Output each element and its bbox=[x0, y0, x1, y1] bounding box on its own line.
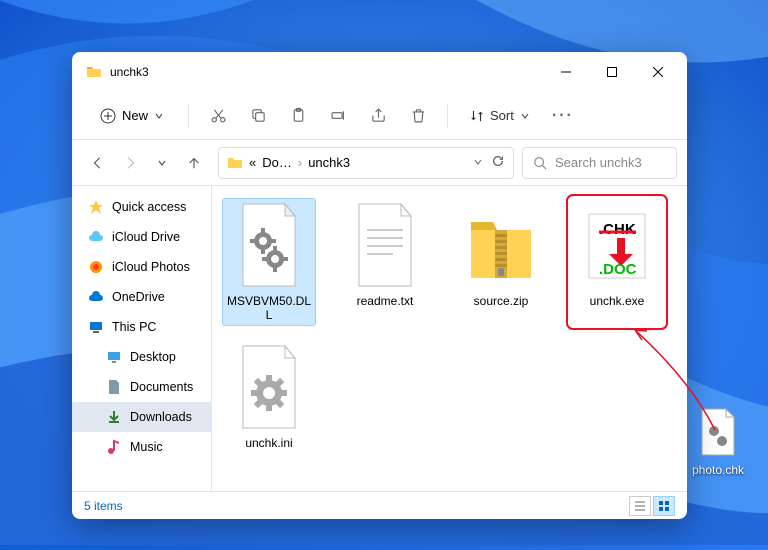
svg-text:.CHK: .CHK bbox=[599, 221, 636, 238]
forward-button[interactable] bbox=[120, 153, 140, 173]
share-button[interactable] bbox=[361, 99, 395, 133]
photos-icon bbox=[88, 259, 104, 275]
file-name: unchk.exe bbox=[590, 294, 645, 308]
icons-view-button[interactable] bbox=[653, 496, 675, 516]
cloud-icon bbox=[88, 289, 104, 305]
sidebar-item-label: Quick access bbox=[112, 200, 186, 214]
download-icon bbox=[106, 409, 122, 425]
desktop-file-name: photo.chk bbox=[692, 463, 744, 477]
details-view-button[interactable] bbox=[629, 496, 651, 516]
breadcrumb-root[interactable]: Do… bbox=[262, 155, 292, 170]
folder-icon bbox=[86, 64, 102, 80]
cloud-icon bbox=[88, 229, 104, 245]
sidebar-item-music[interactable]: Music bbox=[72, 432, 211, 462]
sidebar-item-label: iCloud Drive bbox=[112, 230, 180, 244]
sidebar-item-quick-access[interactable]: Quick access bbox=[72, 192, 211, 222]
recent-button[interactable] bbox=[152, 153, 172, 173]
sidebar-item-label: Documents bbox=[130, 380, 193, 394]
maximize-button[interactable] bbox=[589, 56, 635, 88]
desktop-file-item[interactable]: photo.chk bbox=[688, 407, 748, 477]
breadcrumb-sep: « bbox=[249, 155, 256, 170]
chk-file-icon bbox=[696, 407, 740, 459]
music-icon bbox=[106, 439, 122, 455]
up-button[interactable] bbox=[184, 153, 204, 173]
item-count: 5 items bbox=[84, 499, 123, 513]
more-button[interactable]: ··· bbox=[546, 99, 580, 133]
folder-icon bbox=[227, 155, 243, 171]
file-item[interactable]: readme.txt bbox=[338, 198, 432, 326]
sort-label: Sort bbox=[490, 108, 514, 123]
sidebar-item-label: Downloads bbox=[130, 410, 192, 424]
star-icon bbox=[88, 199, 104, 215]
file-item[interactable]: .CHK .DOC unchk.exe bbox=[570, 198, 664, 326]
sidebar-item-downloads[interactable]: Downloads bbox=[72, 402, 211, 432]
file-list[interactable]: MSVBVM50.DLL readme.txt source.zip .CHK.… bbox=[212, 186, 687, 491]
new-button[interactable]: New bbox=[88, 102, 176, 130]
ini-icon bbox=[233, 344, 305, 432]
sidebar-item-this-pc[interactable]: This PC bbox=[72, 312, 211, 342]
chevron-down-icon[interactable] bbox=[473, 155, 483, 170]
desktop-icon bbox=[106, 349, 122, 365]
dll-icon bbox=[233, 202, 305, 290]
paste-button[interactable] bbox=[281, 99, 315, 133]
chevron-down-icon bbox=[154, 111, 164, 121]
file-explorer-window: unchk3 New Sort ··· bbox=[72, 52, 687, 519]
address-bar[interactable]: « Do… › unchk3 bbox=[218, 147, 514, 179]
new-label: New bbox=[122, 108, 148, 123]
sidebar-item-label: Desktop bbox=[130, 350, 176, 364]
sidebar-item-label: Music bbox=[130, 440, 163, 454]
svg-text:.DOC: .DOC bbox=[599, 261, 637, 278]
sidebar: Quick access iCloud Drive iCloud Photos … bbox=[72, 186, 212, 491]
chevron-down-icon bbox=[520, 111, 530, 121]
sidebar-item-documents[interactable]: Documents bbox=[72, 372, 211, 402]
search-placeholder: Search unchk3 bbox=[555, 155, 642, 170]
file-item[interactable]: MSVBVM50.DLL bbox=[222, 198, 316, 326]
sidebar-item-icloud-drive[interactable]: iCloud Drive bbox=[72, 222, 211, 252]
back-button[interactable] bbox=[88, 153, 108, 173]
minimize-button[interactable] bbox=[543, 56, 589, 88]
file-item[interactable]: unchk.ini bbox=[222, 340, 316, 454]
copy-button[interactable] bbox=[241, 99, 275, 133]
txt-icon bbox=[349, 202, 421, 290]
sidebar-item-label: OneDrive bbox=[112, 290, 165, 304]
sidebar-item-desktop[interactable]: Desktop bbox=[72, 342, 211, 372]
navbar: « Do… › unchk3 Search unchk3 bbox=[72, 140, 687, 186]
sidebar-item-label: This PC bbox=[112, 320, 156, 334]
exe-icon: .CHK .DOC bbox=[581, 202, 653, 290]
search-icon bbox=[533, 156, 547, 170]
file-name: source.zip bbox=[474, 294, 529, 308]
window-title: unchk3 bbox=[110, 65, 149, 79]
titlebar[interactable]: unchk3 bbox=[72, 52, 687, 92]
file-name: unchk.ini bbox=[245, 436, 292, 450]
file-item[interactable]: source.zip bbox=[454, 198, 548, 326]
close-button[interactable] bbox=[635, 56, 681, 88]
sort-button[interactable]: Sort bbox=[460, 102, 540, 129]
cut-button[interactable] bbox=[201, 99, 235, 133]
doc-icon bbox=[106, 379, 122, 395]
breadcrumb-current[interactable]: unchk3 bbox=[308, 155, 350, 170]
rename-button[interactable] bbox=[321, 99, 355, 133]
sidebar-item-label: iCloud Photos bbox=[112, 260, 190, 274]
chevron-right-icon: › bbox=[298, 155, 302, 170]
refresh-button[interactable] bbox=[491, 154, 505, 171]
sidebar-item-onedrive[interactable]: OneDrive bbox=[72, 282, 211, 312]
statusbar: 5 items bbox=[72, 491, 687, 519]
file-name: readme.txt bbox=[357, 294, 414, 308]
sidebar-item-icloud-photos[interactable]: iCloud Photos bbox=[72, 252, 211, 282]
delete-button[interactable] bbox=[401, 99, 435, 133]
pc-icon bbox=[88, 319, 104, 335]
zip-icon bbox=[465, 202, 537, 290]
file-name: MSVBVM50.DLL bbox=[226, 294, 312, 322]
search-input[interactable]: Search unchk3 bbox=[522, 147, 677, 179]
toolbar: New Sort ··· bbox=[72, 92, 687, 140]
